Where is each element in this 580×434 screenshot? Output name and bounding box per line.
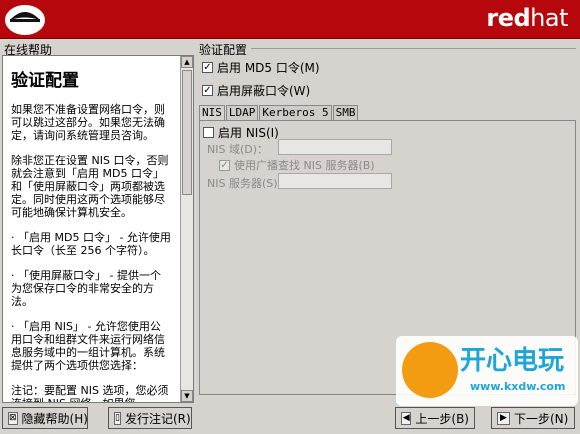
arrow-right-icon: ▶: [497, 411, 510, 425]
document-icon: ▯: [114, 411, 121, 425]
help-paragraph: 除非您正在设置 NIS 口令，否则就会注意到「启用 MD5 口令」和「使用屏蔽口…: [11, 154, 169, 219]
next-label: 下一步(N): [514, 411, 569, 426]
md5-checkbox-label: 启用 MD5 口令(M): [217, 61, 320, 75]
top-banner: redhat: [0, 0, 580, 39]
help-paragraph: 注记：要配置 NIS 选项，您必须连接到 NIS 网络。如果您: [11, 384, 169, 402]
site-watermark: 开心电玩 www.kxdw.com: [396, 336, 578, 406]
arrow-left-icon: ◀: [401, 411, 412, 425]
tab-kerberos5[interactable]: Kerberos 5: [259, 105, 332, 120]
nis-server-input[interactable]: [278, 173, 392, 189]
tab-ldap[interactable]: LDAP: [225, 105, 259, 120]
md5-checkbox-row[interactable]: ✓ 启用 MD5 口令(M): [202, 59, 320, 76]
scroll-up-arrow-icon[interactable]: ▲: [181, 56, 193, 68]
hide-help-button[interactable]: ⊠ 隐藏帮助(H): [2, 407, 88, 429]
tab-smb[interactable]: SMB: [332, 105, 359, 120]
next-button[interactable]: ▶ 下一步(N): [491, 407, 575, 429]
enable-nis-label: 启用 NIS(I): [218, 126, 279, 140]
nis-domain-label: NIS 域(D)：: [207, 143, 269, 156]
tab-nis[interactable]: NIS: [199, 105, 225, 121]
help-paragraph: · 「使用屏蔽口令」 - 提供一个为您保存口令的非常安全的方法。: [11, 269, 161, 308]
scroll-down-arrow-icon[interactable]: ▼: [181, 390, 193, 402]
help-paragraph: 如果您不准备设置网络口令，则可以跳过这部分。如果您无法确定，请询问系统管理员咨询…: [11, 103, 165, 142]
back-label: 上一步(B): [415, 411, 469, 426]
shadow-checkbox-label: 启用屏蔽口令(W): [217, 84, 311, 98]
help-pane: 验证配置 如果您不准备设置网络口令，则可以跳过这部分。如果您无法确定，请询问系统…: [2, 55, 194, 403]
help-content: 验证配置 如果您不准备设置网络口令，则可以跳过这部分。如果您无法确定，请询问系统…: [3, 56, 179, 402]
enable-nis-checkbox[interactable]: [203, 127, 214, 138]
back-button[interactable]: ◀ 上一步(B): [395, 407, 475, 429]
scrollbar-thumb[interactable]: [182, 70, 192, 195]
mascot-icon: [402, 342, 458, 398]
shadow-checkbox-row[interactable]: ✓ 启用屏蔽口令(W): [202, 82, 310, 99]
nis-domain-input[interactable]: [278, 139, 392, 155]
broadcast-checkbox[interactable]: ✓: [219, 159, 230, 171]
auth-config-divider: [251, 48, 576, 49]
shadow-checkbox[interactable]: ✓: [202, 85, 213, 96]
release-notes-label: 发行注记(R): [124, 411, 191, 426]
help-heading: 验证配置: [11, 71, 79, 91]
auth-tabs: NIS LDAP Kerberos 5 SMB: [199, 105, 359, 121]
broadcast-label: 使用广播查找 NIS 服务器(B): [234, 159, 375, 172]
help-paragraph: · 「启用 NIS」 - 允许您使用公用口令和组群文件来运行网络信息服务域中的一…: [11, 320, 165, 372]
md5-checkbox[interactable]: ✓: [202, 62, 213, 73]
hide-help-label: 隐藏帮助(H): [21, 411, 88, 426]
help-scrollbar[interactable]: ▲ ▼: [180, 56, 193, 402]
nis-server-label: NIS 服务器(S): [207, 177, 278, 190]
watermark-url: www.kxdw.com: [470, 380, 566, 393]
release-notes-button[interactable]: ▯ 发行注记(R): [108, 407, 192, 429]
redhat-shadowman-logo: [5, 5, 45, 35]
help-paragraph: · 「启用 MD5 口令」 - 允许使用长口令（长至 256 个字符）。: [11, 231, 171, 257]
enable-nis-row[interactable]: 启用 NIS(I): [203, 124, 279, 141]
watermark-title: 开心电玩: [460, 346, 565, 376]
broadcast-row[interactable]: ✓ 使用广播查找 NIS 服务器(B): [219, 157, 375, 173]
redhat-wordmark: redhat: [486, 4, 568, 32]
help-toggle-icon: ⊠: [8, 411, 18, 425]
auth-config-label: 验证配置: [199, 43, 248, 57]
